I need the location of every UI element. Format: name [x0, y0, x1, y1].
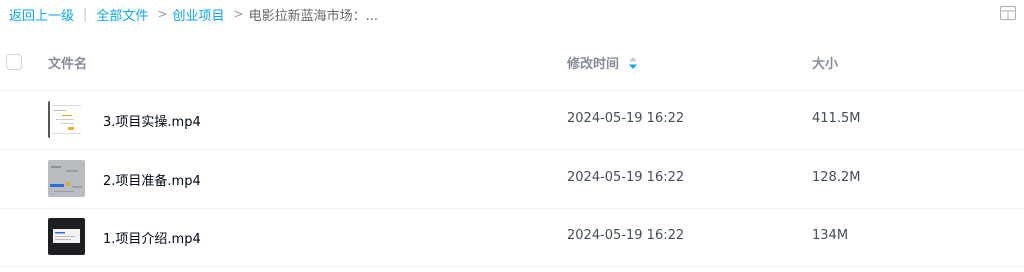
breadcrumb-divider: |: [83, 6, 88, 22]
breadcrumb-separator: >: [157, 7, 168, 21]
grid-view-icon[interactable]: [1000, 5, 1016, 20]
column-header-modified[interactable]: 修改时间: [567, 53, 638, 72]
column-header-size[interactable]: 大小: [812, 53, 838, 72]
video-thumbnail: [48, 218, 85, 255]
table-row[interactable]: 3.项目实操.mp4 2024-05-19 16:22 411.5M: [0, 91, 1024, 150]
column-header-modified-label: 修改时间: [567, 57, 620, 72]
select-all-checkbox[interactable]: [6, 54, 22, 70]
table-row[interactable]: 2.项目准备.mp4 2024-05-19 16:22 128.2M: [0, 150, 1024, 209]
file-modified: 2024-05-19 16:22: [567, 228, 685, 243]
column-header-name[interactable]: 文件名: [48, 53, 87, 72]
file-size: 411.5M: [812, 111, 861, 126]
breadcrumb: 返回上一级 | 全部文件 > 创业项目 > 电影拉新蓝海市场：...: [9, 4, 378, 24]
video-thumbnail: [48, 101, 85, 138]
file-name[interactable]: 2.项目准备.mp4: [103, 170, 201, 189]
file-name[interactable]: 1.项目介绍.mp4: [103, 228, 201, 247]
file-modified: 2024-05-19 16:22: [567, 111, 685, 126]
file-name[interactable]: 3.项目实操.mp4: [103, 111, 201, 130]
video-thumbnail: [48, 160, 85, 197]
back-link[interactable]: 返回上一级: [9, 5, 74, 24]
breadcrumb-folder[interactable]: 创业项目: [172, 5, 224, 24]
breadcrumb-all-files[interactable]: 全部文件: [96, 5, 148, 24]
breadcrumb-current: 电影拉新蓝海市场：...: [248, 8, 378, 24]
file-modified: 2024-05-19 16:22: [567, 170, 685, 185]
file-size: 134M: [812, 228, 849, 243]
breadcrumb-separator: >: [233, 7, 244, 21]
file-size: 128.2M: [812, 170, 861, 185]
table-row[interactable]: 1.项目介绍.mp4 2024-05-19 16:22 134M: [0, 208, 1024, 267]
table-header: 文件名 修改时间 大小: [0, 36, 1024, 91]
sort-arrow-icon[interactable]: [629, 56, 638, 69]
file-browser: 返回上一级 | 全部文件 > 创业项目 > 电影拉新蓝海市场：... 文件名 修…: [0, 0, 1024, 272]
